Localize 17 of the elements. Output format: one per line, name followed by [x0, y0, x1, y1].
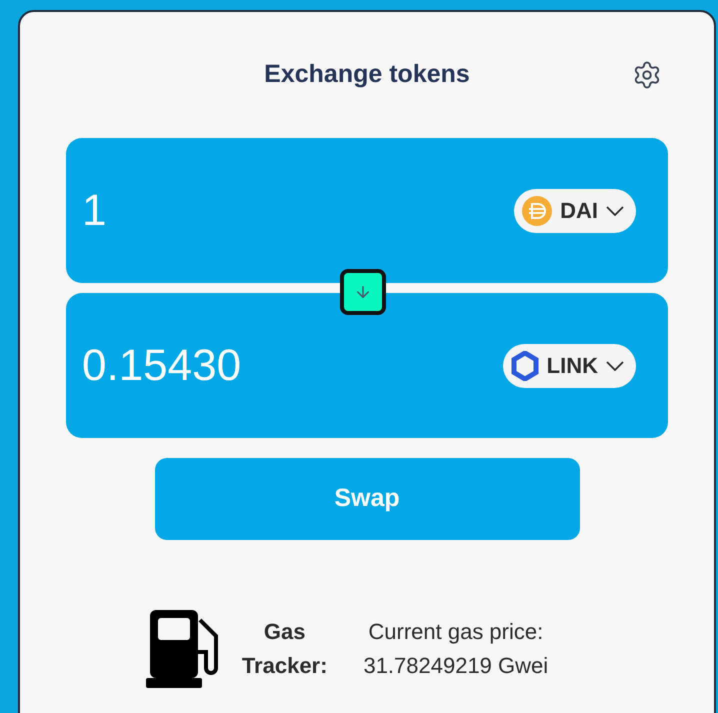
gas-price-value: 31.78249219 Gwei — [363, 652, 548, 680]
chevron-icon — [606, 360, 624, 370]
swap-button[interactable]: Swap — [154, 458, 580, 540]
gas-tracker-label: Tracker: — [242, 652, 328, 680]
gas-price-label: Current gas price: — [368, 618, 544, 646]
card-title: Exchange tokens — [264, 59, 470, 90]
amount-field[interactable]: 1 — [82, 178, 342, 244]
token-selector[interactable]: DAI — [514, 188, 636, 232]
settings-icon[interactable] — [632, 60, 662, 90]
coin-icon — [522, 196, 552, 226]
amount-field[interactable]: 0.15430 — [82, 332, 342, 398]
token-selector[interactable]: LINK — [502, 344, 636, 388]
chevron-icon — [606, 206, 624, 216]
swap-direction-button[interactable] — [340, 269, 386, 315]
hexagon-icon — [510, 350, 539, 380]
arrow-down-icon — [354, 283, 372, 301]
gas-tracker-label: Gas — [264, 618, 306, 646]
